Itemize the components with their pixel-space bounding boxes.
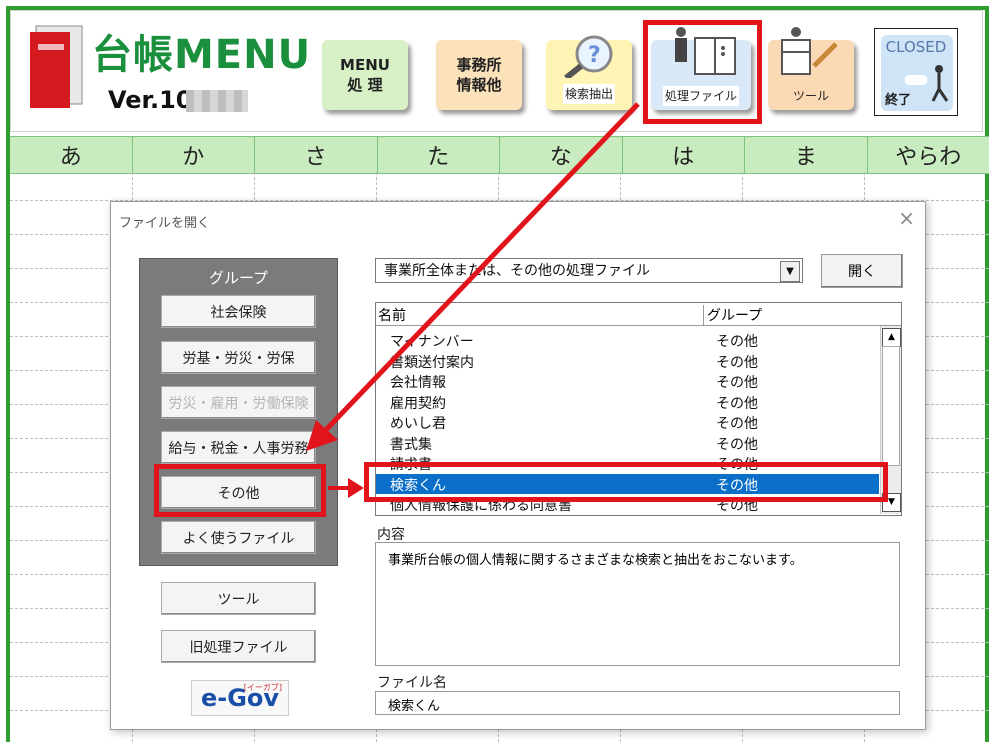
list-item-group: その他 bbox=[716, 395, 758, 412]
open-button[interactable]: 開く bbox=[821, 254, 903, 288]
highlight-other-group bbox=[154, 464, 326, 517]
old-process-file-button[interactable]: 旧処理ファイル bbox=[161, 630, 316, 663]
list-item-group: その他 bbox=[716, 375, 758, 391]
list-item-name: マイナンバー bbox=[390, 334, 474, 350]
list-item-name: 書類送付案内 bbox=[390, 354, 474, 371]
file-category-select[interactable]: 事業所全体または、その他の処理ファイル ▼ bbox=[375, 258, 803, 283]
search-button-label: 検索抽出 bbox=[562, 84, 615, 104]
list-item-name: 書式集 bbox=[390, 436, 432, 453]
list-item[interactable]: 会社情報 その他 bbox=[376, 371, 879, 391]
kana-tab-sa[interactable]: さ bbox=[254, 137, 377, 173]
tool-button-label: ツール bbox=[792, 89, 829, 103]
list-item[interactable]: 書式集 その他 bbox=[376, 433, 879, 453]
group-button-social-insurance[interactable]: 社会保険 bbox=[161, 295, 316, 328]
list-item[interactable]: 雇用契約 その他 bbox=[376, 392, 879, 412]
egov-button[interactable]: [イーガブ] e-Gov bbox=[191, 680, 289, 716]
list-item[interactable]: めいし君 その他 bbox=[376, 412, 879, 432]
kana-tab-ta[interactable]: た bbox=[376, 137, 500, 173]
menu-button-line2: 処 理 bbox=[347, 76, 383, 94]
group-button-employment-insurance[interactable]: 労災・雇用・労働保険 bbox=[161, 386, 316, 419]
ledger-book-icon bbox=[30, 25, 83, 108]
group-button-payroll[interactable]: 給与・税金・人事労務 bbox=[161, 431, 316, 464]
list-item-group: その他 bbox=[716, 436, 758, 453]
dialog-title: ファイルを開く bbox=[119, 216, 211, 231]
group-button-labor[interactable]: 労基・労災・労保 bbox=[161, 341, 316, 374]
list-item[interactable]: マイナンバー その他 bbox=[376, 330, 879, 350]
kana-tab-na[interactable]: な bbox=[499, 137, 622, 173]
close-icon[interactable]: × bbox=[898, 206, 915, 230]
highlight-process-file bbox=[643, 20, 762, 124]
version-redacted bbox=[186, 90, 248, 112]
list-item-name: めいし君 bbox=[390, 416, 446, 432]
list-item-name: 雇用契約 bbox=[390, 395, 446, 412]
list-item-group: その他 bbox=[716, 354, 758, 371]
highlight-selected-file bbox=[364, 462, 888, 502]
file-list-header: 名前 グループ bbox=[376, 303, 901, 326]
svg-text:?: ? bbox=[588, 43, 601, 68]
scroll-thumb[interactable] bbox=[882, 346, 900, 466]
group-panel-label: グループ bbox=[208, 269, 269, 287]
egov-reading: [イーガブ] bbox=[243, 683, 282, 692]
group-button-favorites[interactable]: よく使うファイル bbox=[161, 521, 316, 554]
close-button-top: CLOSED bbox=[885, 38, 947, 56]
tools-icon bbox=[781, 27, 838, 75]
kana-tab-ma[interactable]: ま bbox=[744, 137, 867, 173]
kana-index-row: あ か さ た な は ま やらわ bbox=[10, 136, 989, 174]
office-info-button[interactable]: 事務所 情報他 bbox=[436, 40, 522, 110]
group-panel: グループ 社会保険 労基・労災・労保 労災・雇用・労働保険 給与・税金・人事労務… bbox=[139, 258, 338, 566]
filename-field[interactable]: 検索くん bbox=[375, 691, 900, 715]
column-header-name[interactable]: 名前 bbox=[378, 305, 406, 325]
close-button[interactable]: CLOSED 終了 bbox=[874, 28, 958, 116]
list-item[interactable]: 書類送付案内 その他 bbox=[376, 351, 879, 371]
office-button-line2: 情報他 bbox=[456, 76, 502, 94]
list-item-group: その他 bbox=[716, 416, 758, 432]
list-item-name: 会社情報 bbox=[390, 375, 446, 391]
kana-tab-yarawa[interactable]: やらわ bbox=[866, 137, 990, 173]
scroll-up-icon[interactable]: ▲ bbox=[882, 328, 901, 347]
menu-button[interactable]: MENU 処 理 bbox=[322, 40, 408, 110]
office-button-line1: 事務所 bbox=[456, 56, 502, 74]
search-extract-button[interactable]: ? 検索抽出 bbox=[546, 35, 632, 110]
kana-tab-a[interactable]: あ bbox=[10, 137, 132, 173]
filename-label: ファイル名 bbox=[377, 675, 447, 691]
magnifier-icon: ? bbox=[564, 35, 613, 78]
chevron-down-icon[interactable]: ▼ bbox=[780, 261, 800, 282]
kana-tab-ha[interactable]: は bbox=[621, 137, 745, 173]
close-button-bottom: 終了 bbox=[885, 93, 912, 108]
menu-button-line1: MENU bbox=[340, 56, 390, 74]
tool-button[interactable]: ツール bbox=[768, 27, 854, 110]
column-header-group[interactable]: グループ bbox=[703, 305, 762, 325]
content-label: 内容 bbox=[377, 527, 405, 543]
list-item-group: その他 bbox=[716, 334, 758, 350]
file-category-value: 事業所全体または、その他の処理ファイル bbox=[384, 263, 650, 279]
app-title: 台帳MENU bbox=[92, 32, 312, 78]
tool-file-button[interactable]: ツール bbox=[161, 582, 316, 615]
content-description: 事業所台帳の個人情報に関するさまざまな検索と抽出をおこないます。 bbox=[375, 542, 900, 666]
kana-tab-ka[interactable]: か bbox=[131, 137, 255, 173]
